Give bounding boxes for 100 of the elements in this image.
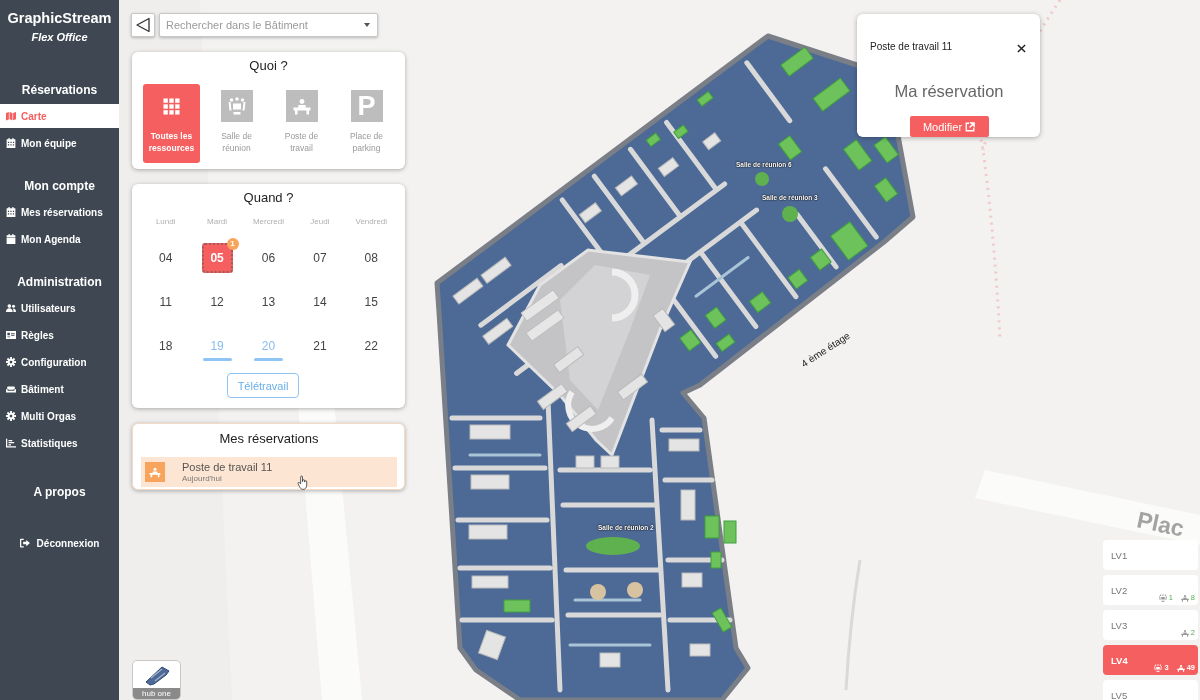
gear-icon bbox=[6, 411, 16, 421]
desk bbox=[468, 524, 508, 540]
day-cell[interactable]: 18 bbox=[150, 331, 182, 361]
meeting-table-icon bbox=[1154, 663, 1163, 672]
meeting-table bbox=[586, 537, 640, 555]
bar-chart-icon bbox=[6, 438, 16, 448]
section-heading: Mon compte bbox=[23, 178, 96, 195]
desk bbox=[873, 136, 899, 164]
day-cell[interactable]: 14 bbox=[304, 287, 336, 317]
logout-button[interactable]: Déconnexion bbox=[0, 531, 119, 555]
search-dropdown[interactable]: Rechercher dans le Bâtiment bbox=[159, 13, 378, 37]
nav-item[interactable]: Multi Orgas bbox=[0, 404, 119, 428]
day-cell[interactable]: 13 bbox=[253, 287, 284, 317]
desk bbox=[711, 607, 733, 633]
day-cell[interactable]: 22 bbox=[355, 331, 387, 361]
nav-item[interactable]: Statistiques bbox=[0, 431, 119, 455]
day-cell[interactable]: 11 bbox=[150, 287, 182, 317]
level-button[interactable]: LV1 bbox=[1103, 540, 1198, 570]
nav-item[interactable]: Mon équipe bbox=[0, 131, 119, 155]
close-button[interactable] bbox=[1015, 41, 1028, 55]
nav-item[interactable]: Utilisateurs bbox=[0, 296, 119, 320]
desk-icon bbox=[145, 462, 165, 482]
round-table bbox=[590, 584, 606, 600]
weekday-label: Lundi bbox=[155, 217, 176, 227]
back-button[interactable] bbox=[131, 13, 155, 37]
desk bbox=[723, 520, 737, 544]
day-cell[interactable]: 06 bbox=[253, 243, 284, 273]
nav-item[interactable]: Règles bbox=[0, 323, 119, 347]
calendar-icon bbox=[6, 138, 16, 148]
desk bbox=[704, 515, 720, 539]
desk-icon bbox=[285, 90, 318, 122]
map-icon bbox=[6, 111, 16, 121]
sofa-icon bbox=[6, 384, 16, 394]
level-button[interactable]: LV5 bbox=[1103, 680, 1198, 700]
close-icon bbox=[1017, 43, 1026, 53]
card-title: Quand ? bbox=[242, 190, 295, 206]
desk bbox=[469, 424, 511, 440]
reservation-date: Aujourd'hui bbox=[182, 473, 223, 484]
parking-icon: P bbox=[350, 90, 383, 122]
id-card-icon bbox=[6, 330, 16, 340]
nav-item[interactable]: Mes réservations bbox=[0, 200, 119, 224]
desk-icon bbox=[1176, 663, 1185, 672]
meeting-table-icon bbox=[1158, 593, 1167, 602]
desk-icon bbox=[1180, 593, 1189, 602]
desk bbox=[600, 455, 620, 469]
desk bbox=[470, 474, 510, 490]
card-title: Quoi ? bbox=[248, 58, 289, 74]
round-table bbox=[627, 582, 643, 598]
roof-block bbox=[525, 309, 565, 342]
users-icon bbox=[6, 303, 16, 313]
calendar-icon bbox=[6, 207, 16, 217]
caret-icon bbox=[364, 23, 370, 27]
desk bbox=[482, 317, 514, 345]
desk bbox=[503, 599, 531, 613]
popup-message: Ma réservation bbox=[894, 81, 1004, 101]
meeting-table bbox=[782, 206, 798, 222]
desk-icon bbox=[1180, 628, 1189, 637]
section-heading: Réservations bbox=[20, 82, 99, 99]
weekday-label: Vendredi bbox=[355, 217, 388, 227]
section-heading: A propos bbox=[32, 484, 87, 501]
day-cell[interactable]: 21 bbox=[304, 331, 336, 361]
left-triangle-icon bbox=[135, 17, 151, 33]
day-cell[interactable]: 07 bbox=[304, 243, 336, 273]
app-title: GraphicStream bbox=[7, 9, 112, 27]
street-label: Plac bbox=[1135, 507, 1187, 541]
desk bbox=[575, 455, 595, 469]
reservation-count-badge: 1 bbox=[226, 238, 239, 250]
meeting-table-icon bbox=[220, 90, 253, 122]
section-heading: Administration bbox=[16, 274, 103, 291]
desk bbox=[710, 551, 722, 569]
gear-icon bbox=[6, 357, 16, 367]
desk bbox=[680, 489, 696, 521]
floor-label: 4 ème étage bbox=[799, 329, 853, 371]
nav-item[interactable]: Configuration bbox=[0, 350, 119, 374]
weekday-label: Jeudi bbox=[310, 217, 330, 227]
external-link-icon bbox=[965, 121, 976, 132]
nav-item[interactable]: Mon Agenda bbox=[0, 227, 119, 251]
day-cell[interactable]: 12 bbox=[201, 287, 233, 317]
weekday-label: Mardi bbox=[207, 217, 228, 227]
desk bbox=[681, 572, 703, 588]
weekday-label: Mercredi bbox=[252, 217, 285, 227]
desk bbox=[565, 405, 597, 433]
calendar-icon bbox=[6, 234, 16, 244]
desk bbox=[645, 132, 661, 148]
nav-item[interactable]: Bâtiment bbox=[0, 377, 119, 401]
desk bbox=[696, 91, 714, 107]
day-cell[interactable]: 15 bbox=[355, 287, 387, 317]
desk bbox=[599, 652, 621, 668]
day-cell[interactable]: 04 bbox=[150, 243, 182, 273]
desk bbox=[689, 643, 711, 657]
reservation-title: Poste de travail 11 bbox=[182, 460, 273, 474]
desk bbox=[715, 333, 736, 353]
desk bbox=[652, 307, 676, 333]
desk bbox=[471, 575, 509, 589]
reservation-item[interactable]: Poste de travail 11 Aujourd'hui bbox=[141, 457, 397, 487]
roof-block bbox=[520, 289, 560, 322]
popup-title: Poste de travail 11 bbox=[870, 40, 953, 52]
day-cell[interactable]: 08 bbox=[355, 243, 387, 273]
desk bbox=[668, 438, 700, 452]
desk bbox=[673, 124, 689, 140]
